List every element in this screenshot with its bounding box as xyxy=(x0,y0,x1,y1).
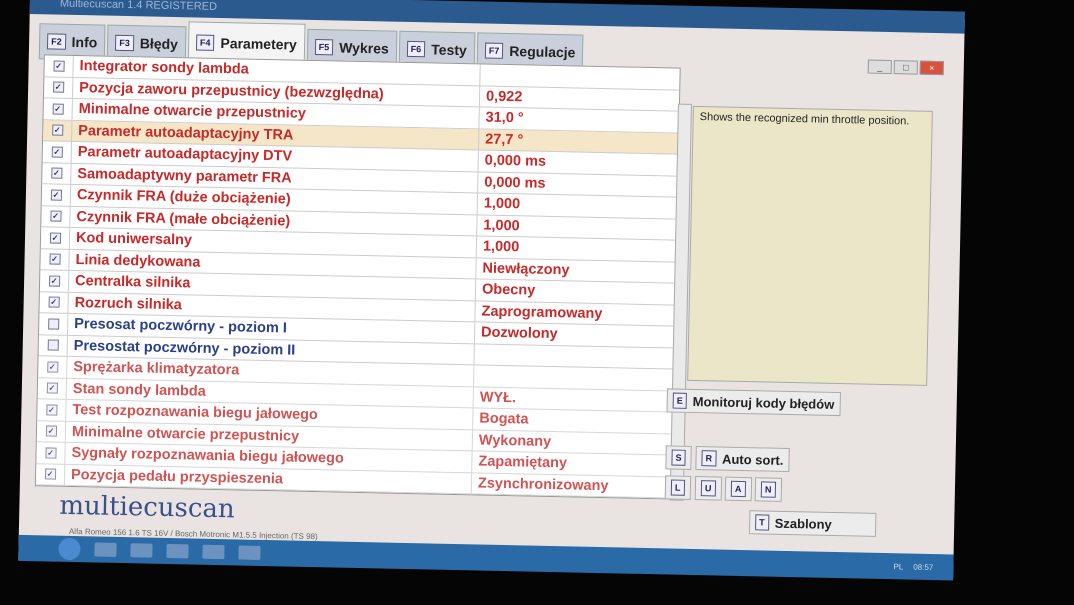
taskbar-app-icon[interactable] xyxy=(94,542,117,557)
key-hint: F6 xyxy=(406,40,426,58)
button-label: Auto sort. xyxy=(721,451,784,468)
button-label: Monitoruj kody błędów xyxy=(692,393,835,412)
parameter-value: 0,000 ms xyxy=(484,174,546,192)
key-hint: N xyxy=(760,481,776,498)
language-indicator[interactable]: PL xyxy=(893,562,903,571)
u-button[interactable]: U xyxy=(694,476,722,501)
parameter-value: Wykonany xyxy=(478,432,552,450)
key-hint: F4 xyxy=(195,34,215,51)
key-hint: T xyxy=(755,514,769,531)
row-checkbox[interactable]: ✓ xyxy=(37,377,68,399)
auto-sort-button[interactable]: R Auto sort. xyxy=(695,446,790,473)
templates-button[interactable]: T Szablony xyxy=(748,510,877,537)
l-button[interactable]: L xyxy=(664,475,691,500)
parameter-value: 31,0 ° xyxy=(485,109,524,127)
row-checkbox[interactable] xyxy=(38,334,68,356)
taskbar-app-icon[interactable] xyxy=(166,543,189,559)
parameter-value: Obecny xyxy=(481,281,536,299)
tab-label: Regulacje xyxy=(509,43,576,61)
row-checkbox[interactable]: ✓ xyxy=(43,119,73,141)
parameter-value: 1,000 xyxy=(483,217,520,235)
taskbar-app-icon[interactable] xyxy=(238,545,261,560)
row-checkbox[interactable]: ✓ xyxy=(37,399,67,421)
monitor-error-codes-button[interactable]: E Monitoruj kody błędów xyxy=(666,388,841,417)
key-hint: F3 xyxy=(115,34,134,52)
s-button[interactable]: S xyxy=(665,445,692,470)
key-hint: A xyxy=(730,480,746,498)
parameter-value: 1,000 xyxy=(483,195,521,213)
parameters-table: ✓ Integrator sondy lambda ✓ Pozycja zaworu … xyxy=(34,54,681,500)
key-hint: U xyxy=(700,480,716,497)
key-hint: R xyxy=(701,450,717,467)
parameter-value: Bogata xyxy=(479,410,529,428)
row-checkbox[interactable]: ✓ xyxy=(42,141,73,163)
taskbar-app-icon[interactable] xyxy=(202,544,225,560)
logo: multiecuscan xyxy=(59,490,236,525)
a-button[interactable]: A xyxy=(724,476,752,502)
row-checkbox[interactable]: ✓ xyxy=(44,55,74,77)
row-checkbox[interactable]: ✓ xyxy=(36,442,66,464)
tab-label: Testy xyxy=(431,41,467,59)
tab-label: Błędy xyxy=(139,35,179,53)
n-button[interactable]: N xyxy=(754,477,782,502)
system-tray: PL 08:57 xyxy=(893,562,933,572)
parameter-value: Zaprogramowany xyxy=(481,303,603,322)
parameter-value: Zsynchronizowany xyxy=(477,475,609,494)
tab-label: Wykres xyxy=(339,39,389,57)
key-hint: E xyxy=(672,392,687,409)
key-hint: F5 xyxy=(314,38,334,56)
row-checkbox[interactable]: ✓ xyxy=(41,205,71,227)
row-checkbox[interactable]: ✓ xyxy=(40,227,71,249)
row-checkbox[interactable]: ✓ xyxy=(35,463,66,485)
row-checkbox[interactable]: ✓ xyxy=(38,356,68,378)
start-button[interactable] xyxy=(58,537,81,561)
clock: 08:57 xyxy=(913,562,934,572)
key-hint: S xyxy=(671,449,686,466)
parameter-value: 0,000 ms xyxy=(484,152,547,171)
minimize-button[interactable]: _ xyxy=(867,59,892,75)
taskbar-app-icon[interactable] xyxy=(130,543,153,558)
window-controls: _ □ × xyxy=(867,59,944,76)
key-hint: L xyxy=(670,479,685,496)
close-button[interactable]: × xyxy=(919,60,944,76)
key-hint: F2 xyxy=(46,33,66,50)
tab-label: Info xyxy=(71,33,98,51)
parameter-value: Zapamiętany xyxy=(478,453,568,472)
button-label: Szablony xyxy=(774,515,832,532)
parameter-value: 27,7 ° xyxy=(485,131,524,149)
maximize-button[interactable]: □ xyxy=(893,60,918,75)
parameter-value: Dozwolony xyxy=(480,324,558,343)
description-text: Shows the recognized min throttle positi… xyxy=(699,111,910,128)
app-window: Multiecuscan 1.4 REGISTERED _ □ × F2 Info F3… xyxy=(18,0,965,581)
row-checkbox[interactable]: ✓ xyxy=(43,98,73,120)
row-checkbox[interactable]: ✓ xyxy=(43,76,74,98)
key-hint: F7 xyxy=(484,42,504,59)
parameter-value: Niewłączony xyxy=(482,260,570,279)
parameter-value: 0,922 xyxy=(485,88,523,106)
row-checkbox[interactable]: ✓ xyxy=(39,291,69,313)
taskbar: PL 08:57 xyxy=(18,534,954,581)
tab-label: Parametery xyxy=(220,35,297,53)
row-checkbox[interactable]: ✓ xyxy=(40,248,70,270)
description-panel: Shows the recognized min throttle positi… xyxy=(687,105,933,386)
row-checkbox[interactable]: ✓ xyxy=(39,270,70,292)
parameter-value: 1,000 xyxy=(482,238,520,256)
parameter-value: Bieg jałowy xyxy=(471,497,557,500)
row-checkbox[interactable]: ✓ xyxy=(42,162,72,184)
row-checkbox[interactable] xyxy=(39,313,69,335)
row-checkbox[interactable]: ✓ xyxy=(41,184,72,206)
parameter-value: WYŁ. xyxy=(479,389,517,407)
row-checkbox[interactable]: ✓ xyxy=(36,420,67,442)
